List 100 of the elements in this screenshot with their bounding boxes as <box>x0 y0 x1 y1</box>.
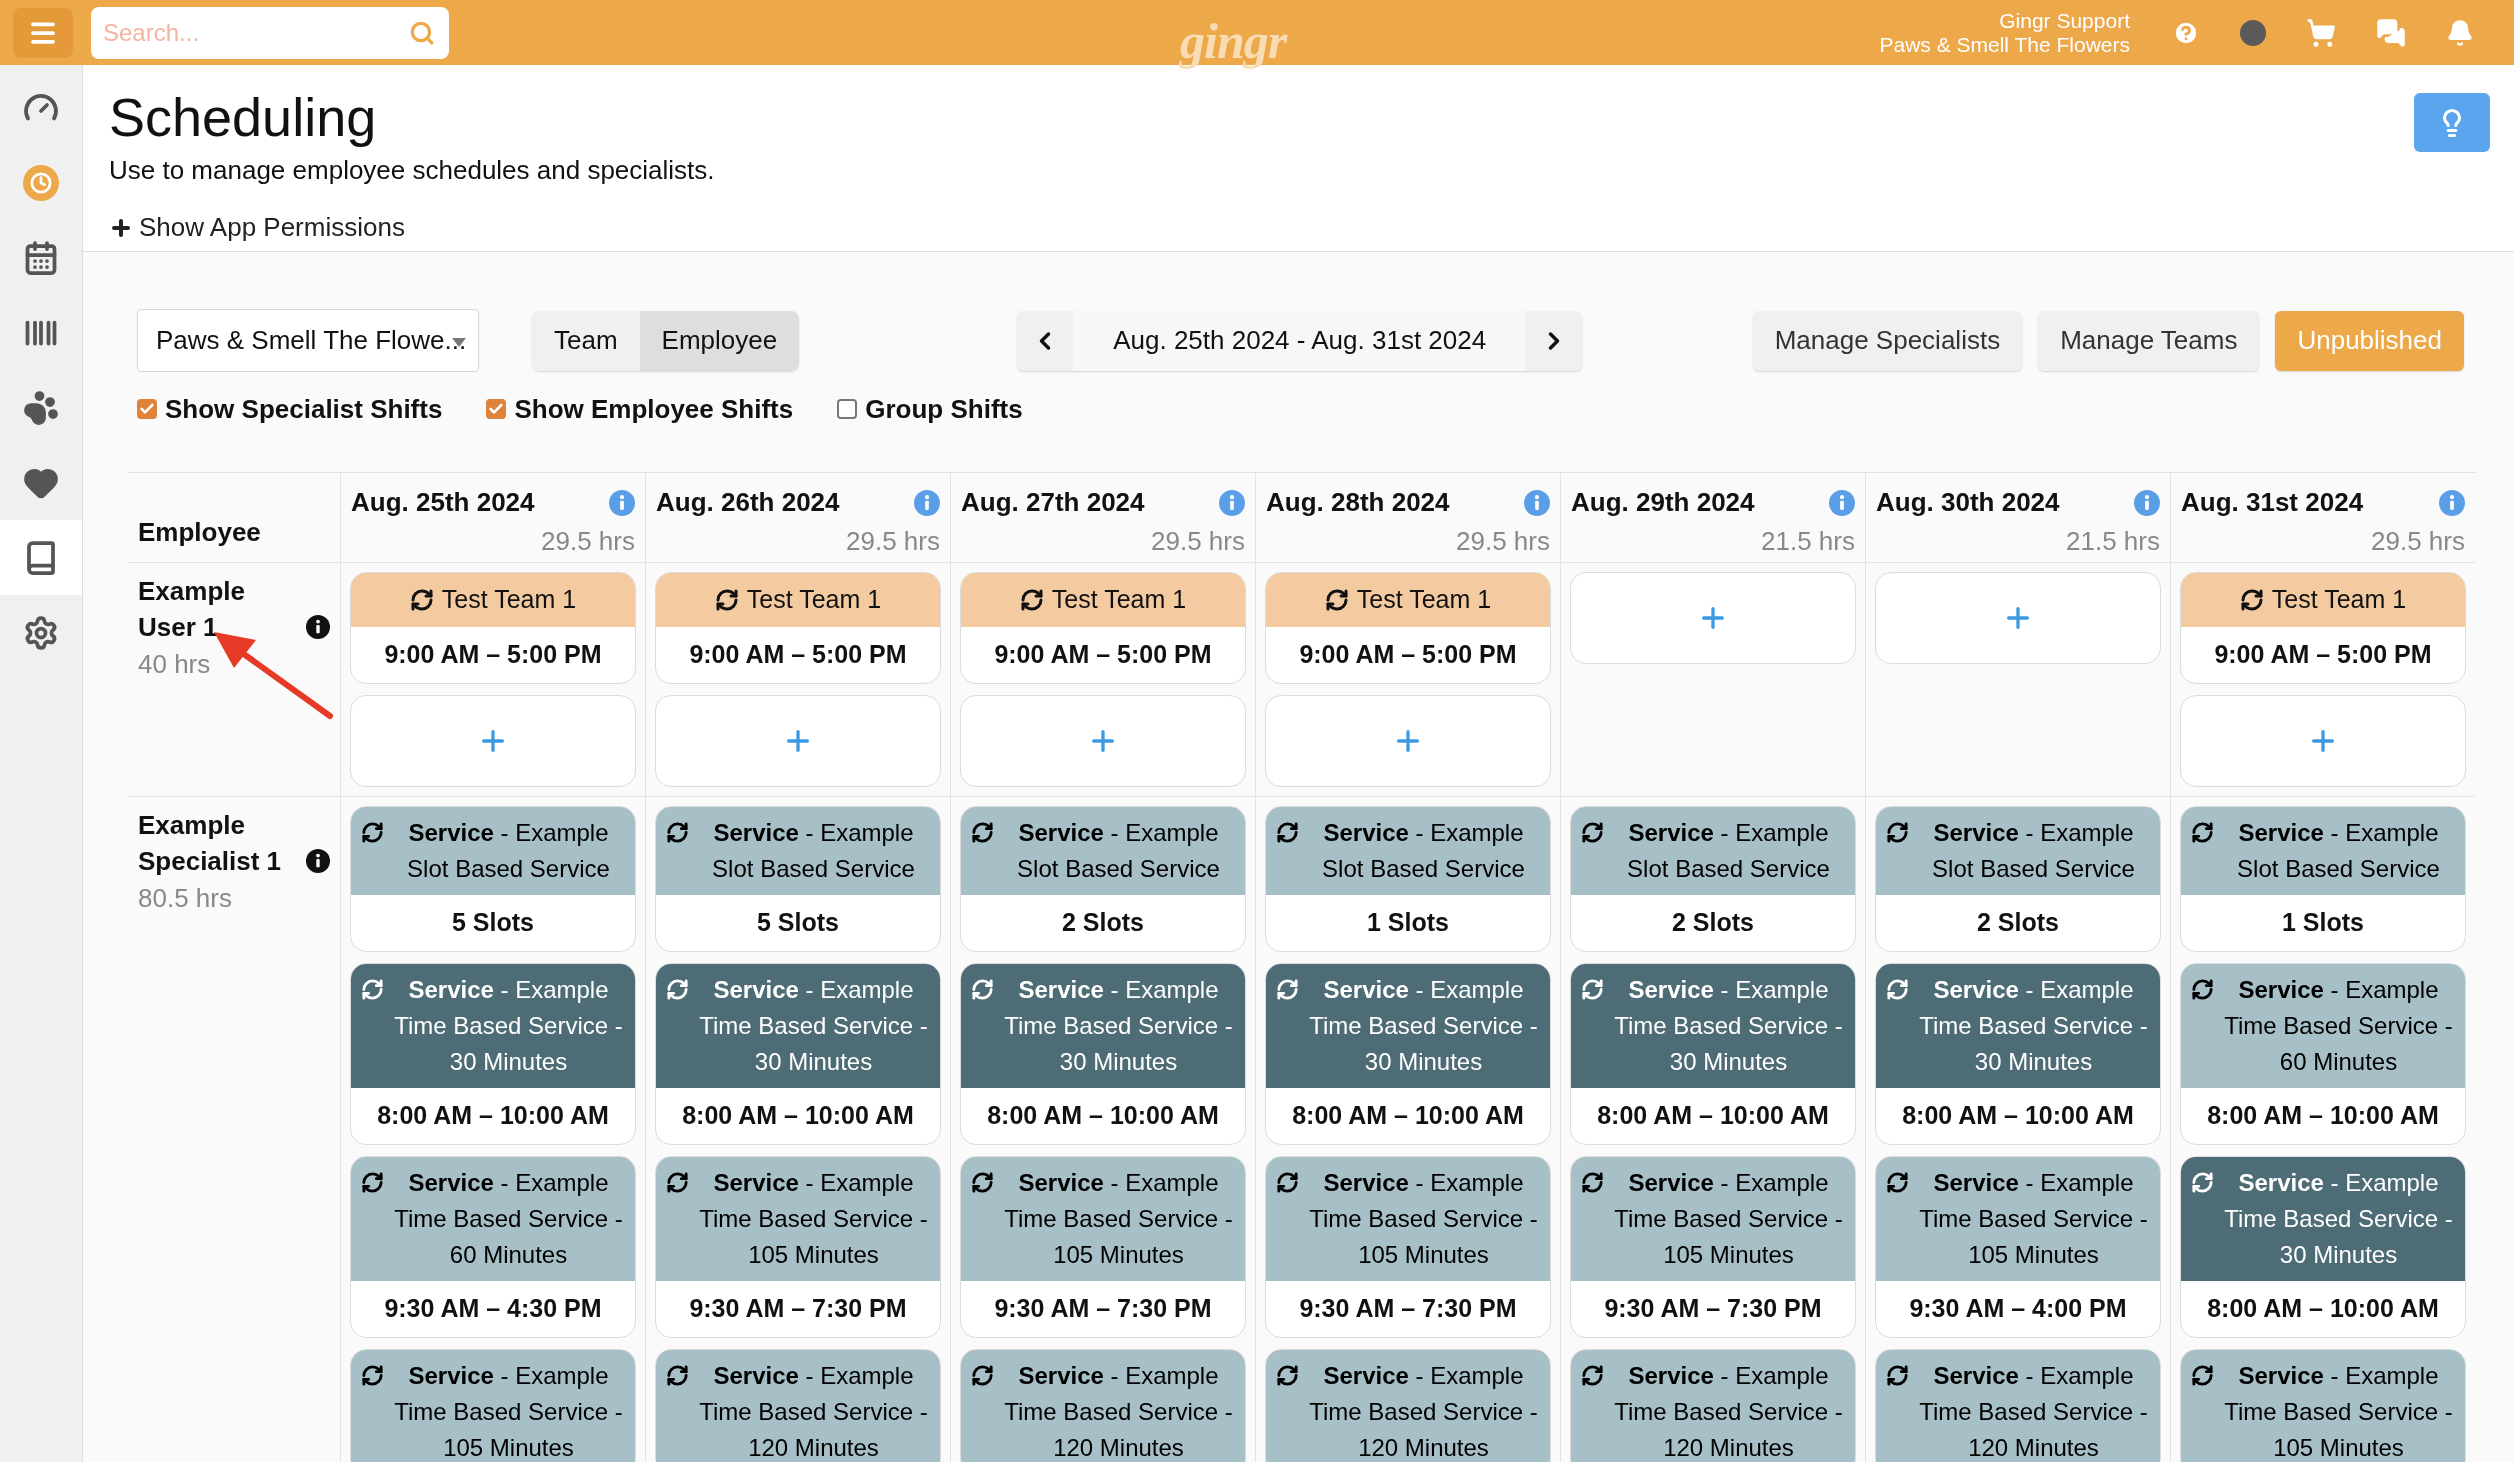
service-shift-card[interactable]: Service - Example Slot Based Service 5 Slots <box>655 806 941 952</box>
service-shift-card[interactable]: Service - Example Slot Based Service 1 Slots <box>1265 806 1551 952</box>
shift-time: 9:30 AM – 7:30 PM <box>689 1293 907 1325</box>
service-title: Service - Example Time Based Service - 30 Minutes <box>1308 975 1539 1077</box>
service-shift-card[interactable]: Service - Example Time Based Service - 105 Minutes 9:30 AM – 7:30 PM <box>655 1156 941 1338</box>
info-icon <box>306 615 330 639</box>
team-shift-card[interactable]: Test Team 1 9:00 AM – 5:00 PM <box>960 572 1246 684</box>
view-tab[interactable]: Employee <box>639 310 800 371</box>
check-icon <box>488 401 505 417</box>
service-shift-card[interactable]: Service - Example Slot Based Service 2 Slots <box>1570 806 1856 952</box>
add-shift-button[interactable] <box>1265 695 1551 787</box>
chat-icon[interactable] <box>2376 17 2406 48</box>
service-shift-card[interactable]: Service - Example Time Based Service - 105 Minutes 9:30 AM – 7:30 PM <box>960 1156 1246 1338</box>
cart-icon[interactable] <box>2306 17 2336 48</box>
service-shift-card[interactable]: Service - Example Time Based Service - 120 Minutes <box>655 1349 941 1462</box>
service-shift-card[interactable]: Service - Example Time Based Service - 30 Minutes 8:00 AM – 10:00 AM <box>960 963 1246 1145</box>
avatar[interactable] <box>2240 19 2266 46</box>
sidebar-item[interactable] <box>0 520 82 595</box>
service-shift-card[interactable]: Service - Example Time Based Service - 105 Minutes 9:30 AM – 7:30 PM <box>1570 1156 1856 1338</box>
day-heading: Aug. 27th 2024 <box>961 486 1145 519</box>
team-name: Test Team 1 <box>1356 584 1492 616</box>
service-title: Service - Example Time Based Service - 30 Minutes <box>1613 975 1844 1077</box>
filter-checkbox[interactable]: Group Shifts <box>837 389 1023 429</box>
filter-checkbox[interactable]: Show Specialist Shifts <box>137 389 443 429</box>
service-shift-card[interactable]: Service - Example Time Based Service - 30 Minutes 8:00 AM – 10:00 AM <box>1875 963 2161 1145</box>
service-shift-card[interactable]: Service - Example Time Based Service - 120 Minutes <box>1265 1349 1551 1462</box>
location-select[interactable]: Paws & Smell The Flowe... <box>137 309 479 372</box>
day-heading: Aug. 30th 2024 <box>1876 486 2060 519</box>
view-tab[interactable]: Team <box>532 310 640 371</box>
service-shift-card[interactable]: Service - Example Time Based Service - 120 Minutes <box>960 1349 1246 1462</box>
service-title: Service - Example Time Based Service - 105 Minutes <box>1918 1168 2149 1270</box>
service-title: Service - Example Slot Based Service <box>711 818 916 884</box>
filter-checkbox[interactable]: Show Employee Shifts <box>486 389 794 429</box>
shift-time: 1 Slots <box>1367 907 1449 939</box>
service-shift-card[interactable]: Service - Example Slot Based Service 1 Slots <box>2180 806 2466 952</box>
repeat-icon <box>361 1364 384 1387</box>
service-shift-card[interactable]: Service - Example Slot Based Service 2 Slots <box>1875 806 2161 952</box>
search-field[interactable]: Search... <box>91 6 449 59</box>
bell-icon[interactable] <box>2446 18 2474 47</box>
service-title: Service - Example Slot Based Service <box>1626 818 1831 884</box>
add-shift-button[interactable] <box>655 695 941 787</box>
shift-time: 8:00 AM – 10:00 AM <box>1597 1100 1829 1132</box>
day-heading: Aug. 25th 2024 <box>351 486 535 519</box>
shift-time: 9:00 AM – 5:00 PM <box>384 639 602 671</box>
manage-button[interactable]: Manage Teams <box>2038 310 2260 371</box>
service-shift-card[interactable]: Service - Example Slot Based Service 2 Slots <box>960 806 1246 952</box>
repeat-icon <box>1276 978 1299 1001</box>
repeat-icon <box>1019 588 1044 612</box>
column-heading: Employee <box>138 516 261 549</box>
info-icon <box>1524 489 1550 516</box>
team-shift-card[interactable]: Test Team 1 9:00 AM – 5:00 PM <box>1265 572 1551 684</box>
account-location: Paws & Smell The Flowers <box>1879 32 2130 57</box>
team-name: Test Team 1 <box>2271 584 2407 616</box>
add-shift-button[interactable] <box>1875 572 2161 664</box>
service-shift-card[interactable]: Service - Example Time Based Service - 30 Minutes 8:00 AM – 10:00 AM <box>2180 1156 2466 1338</box>
shift-time: 9:30 AM – 4:00 PM <box>1909 1293 2127 1325</box>
service-shift-card[interactable]: Service - Example Time Based Service - 60 Minutes 8:00 AM – 10:00 AM <box>2180 963 2466 1145</box>
employee-hours: 80.5 hrs <box>138 883 232 913</box>
service-shift-card[interactable]: Service - Example Slot Based Service 5 Slots <box>350 806 636 952</box>
repeat-icon <box>1276 1364 1299 1387</box>
service-title: Service - Example Time Based Service - 105 Minutes <box>1613 1168 1844 1270</box>
show-permissions-link[interactable]: Show App Permissions <box>109 208 715 247</box>
service-shift-card[interactable]: Service - Example Time Based Service - 60 Minutes 9:30 AM – 4:30 PM <box>350 1156 636 1338</box>
shift-time: 8:00 AM – 10:00 AM <box>1292 1100 1524 1132</box>
service-shift-card[interactable]: Service - Example Time Based Service - 30 Minutes 8:00 AM – 10:00 AM <box>655 963 941 1145</box>
service-title: Service - Example Slot Based Service <box>1931 818 2136 884</box>
shift-time: 9:30 AM – 7:30 PM <box>1299 1293 1517 1325</box>
info-icon <box>1219 489 1245 516</box>
shift-time: 9:30 AM – 7:30 PM <box>1604 1293 1822 1325</box>
repeat-icon <box>1886 1171 1909 1194</box>
repeat-icon <box>714 588 739 612</box>
info-icon <box>2439 489 2465 516</box>
service-shift-card[interactable]: Service - Example Time Based Service - 105 Minutes <box>350 1349 636 1462</box>
add-shift-button[interactable] <box>2180 695 2466 787</box>
shift-time: 9:00 AM – 5:00 PM <box>689 639 907 671</box>
shift-time: 9:30 AM – 4:30 PM <box>384 1293 602 1325</box>
service-shift-card[interactable]: Service - Example Time Based Service - 105 Minutes 9:30 AM – 7:30 PM <box>1265 1156 1551 1338</box>
clock-icon <box>23 164 59 201</box>
team-shift-card[interactable]: Test Team 1 9:00 AM – 5:00 PM <box>2180 572 2466 684</box>
day-hours: 29.5 hrs <box>541 525 635 558</box>
repeat-icon <box>971 1171 994 1194</box>
add-shift-button[interactable] <box>350 695 636 787</box>
manage-button[interactable]: Manage Specialists <box>1752 310 2023 371</box>
team-shift-card[interactable]: Test Team 1 9:00 AM – 5:00 PM <box>350 572 636 684</box>
menu-button[interactable] <box>13 7 73 58</box>
info-icon <box>306 849 330 873</box>
service-shift-card[interactable]: Service - Example Time Based Service - 30 Minutes 8:00 AM – 10:00 AM <box>1265 963 1551 1145</box>
shift-time: 8:00 AM – 10:00 AM <box>2207 1100 2439 1132</box>
service-shift-card[interactable]: Service - Example Time Based Service - 30 Minutes 8:00 AM – 10:00 AM <box>1570 963 1856 1145</box>
service-shift-card[interactable]: Service - Example Time Based Service - 120 Minutes <box>1875 1349 2161 1462</box>
service-shift-card[interactable]: Service - Example Time Based Service - 105 Minutes <box>2180 1349 2466 1462</box>
service-shift-card[interactable]: Service - Example Time Based Service - 105 Minutes 9:30 AM – 4:00 PM <box>1875 1156 2161 1338</box>
team-shift-card[interactable]: Test Team 1 9:00 AM – 5:00 PM <box>655 572 941 684</box>
shift-time: 2 Slots <box>1062 907 1144 939</box>
tips-button[interactable] <box>2414 93 2490 152</box>
service-shift-card[interactable]: Service - Example Time Based Service - 120 Minutes <box>1570 1349 1856 1462</box>
add-shift-button[interactable] <box>1570 572 1856 664</box>
service-shift-card[interactable]: Service - Example Time Based Service - 30 Minutes 8:00 AM – 10:00 AM <box>350 963 636 1145</box>
service-title: Service - Example Time Based Service - 60 Minutes <box>393 1168 624 1270</box>
add-shift-button[interactable] <box>960 695 1246 787</box>
